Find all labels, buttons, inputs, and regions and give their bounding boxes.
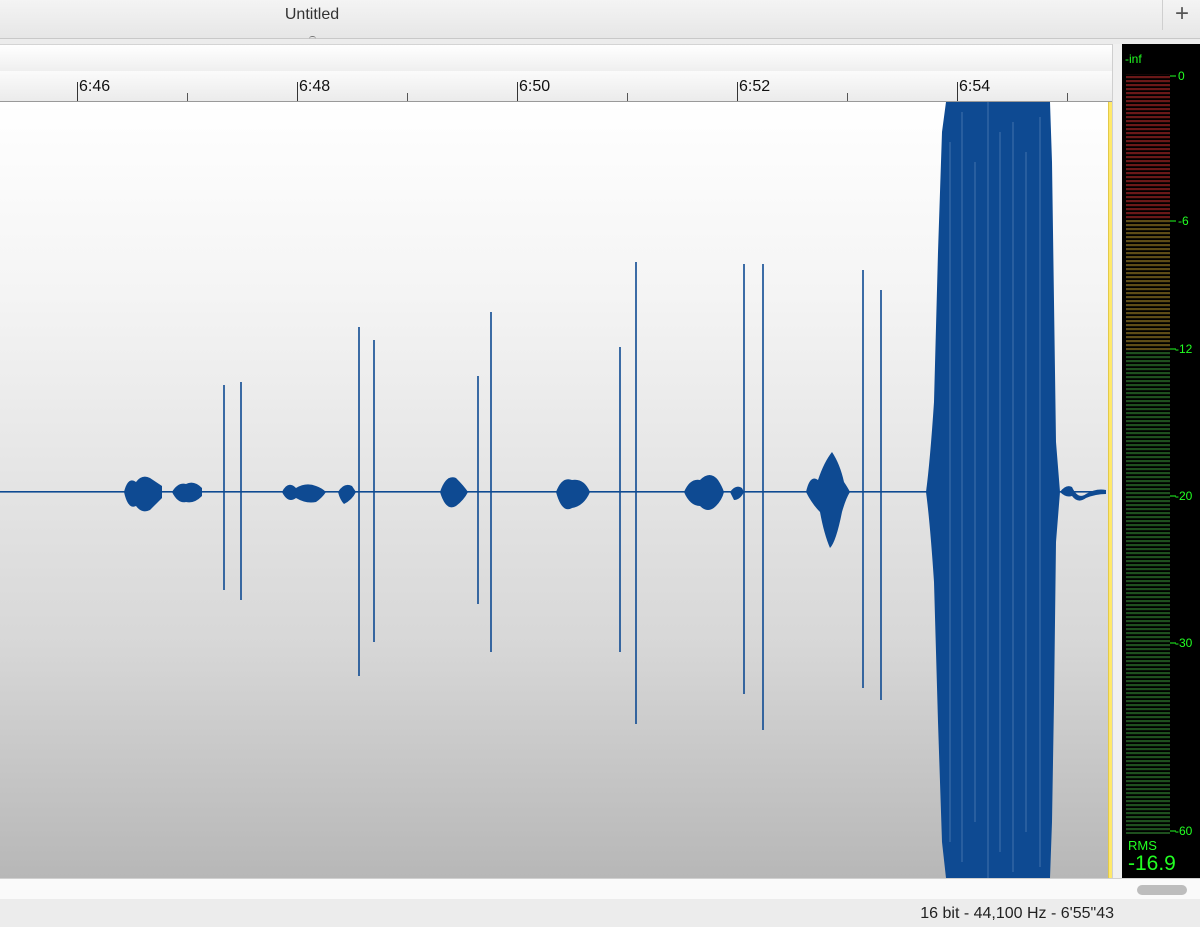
- tab-title[interactable]: Untitled: [0, 0, 624, 30]
- ruler-label: 6:48: [299, 78, 331, 95]
- scrollbar-thumb[interactable]: [1137, 885, 1187, 895]
- tab-bar: Untitled +: [0, 0, 1200, 39]
- tab-grip-icon: [309, 36, 316, 40]
- rms-value: -16.9: [1128, 852, 1176, 875]
- meter-segments: [1126, 74, 1176, 834]
- ruler-minor-tick: [187, 93, 188, 101]
- meter-amber-zone: [1126, 220, 1170, 350]
- meter-inf-label: -inf: [1125, 52, 1142, 66]
- meter-red-zone: [1126, 74, 1170, 220]
- add-tab-button[interactable]: +: [1162, 0, 1200, 30]
- ruler-label: 6:50: [519, 78, 551, 95]
- waveform-blob: [440, 477, 468, 508]
- meter-scale-label: 0: [1178, 69, 1185, 83]
- waveform-blob: [172, 482, 202, 503]
- waveform-view[interactable]: [0, 102, 1112, 878]
- ruler-major-tick: [77, 82, 78, 101]
- rms-label: RMS: [1128, 838, 1157, 853]
- waveform-graphic: [0, 102, 1106, 878]
- meter-scale-label: -60: [1175, 824, 1193, 838]
- meter-scale-label: -6: [1178, 214, 1189, 228]
- horizontal-scrollbar[interactable]: [0, 878, 1200, 899]
- waveform-blob: [282, 484, 326, 503]
- ruler-minor-tick: [847, 93, 848, 101]
- ruler-major-tick: [297, 82, 298, 101]
- meter-scale-label: -12: [1175, 342, 1193, 356]
- waveform-blob: [806, 452, 850, 548]
- waveform-blob: [684, 475, 724, 510]
- overview-strip[interactable]: [0, 44, 1113, 72]
- waveform-blob: [730, 486, 744, 500]
- ruler-label: 6:54: [959, 78, 991, 95]
- waveform-blob: [556, 479, 590, 510]
- waveform-blob: [338, 484, 356, 504]
- status-bar: 16 bit - 44,100 Hz - 6'55"43: [0, 899, 1200, 927]
- meter-scale-label: -20: [1175, 489, 1193, 503]
- ruler-major-tick: [737, 82, 738, 101]
- meter-scale-label: -30: [1175, 636, 1193, 650]
- ruler-minor-tick: [627, 93, 628, 101]
- waveform-blob: [124, 476, 162, 512]
- meter-green-zone: [1126, 350, 1170, 834]
- ruler-minor-tick: [407, 93, 408, 101]
- time-ruler[interactable]: 6:46 6:48 6:50 6:52 6:54: [0, 71, 1113, 102]
- format-info: 16 bit - 44,100 Hz - 6'55"43: [920, 905, 1114, 922]
- ruler-major-tick: [517, 82, 518, 101]
- ruler-label: 6:46: [79, 78, 111, 95]
- ruler-minor-tick: [1067, 93, 1068, 101]
- ruler-label: 6:52: [739, 78, 771, 95]
- ruler-major-tick: [957, 82, 958, 101]
- waveform-tail: [1060, 486, 1106, 501]
- level-meter: -inf 0 -6 -12 -20 -30 -60 RMS -16.9: [1122, 44, 1200, 878]
